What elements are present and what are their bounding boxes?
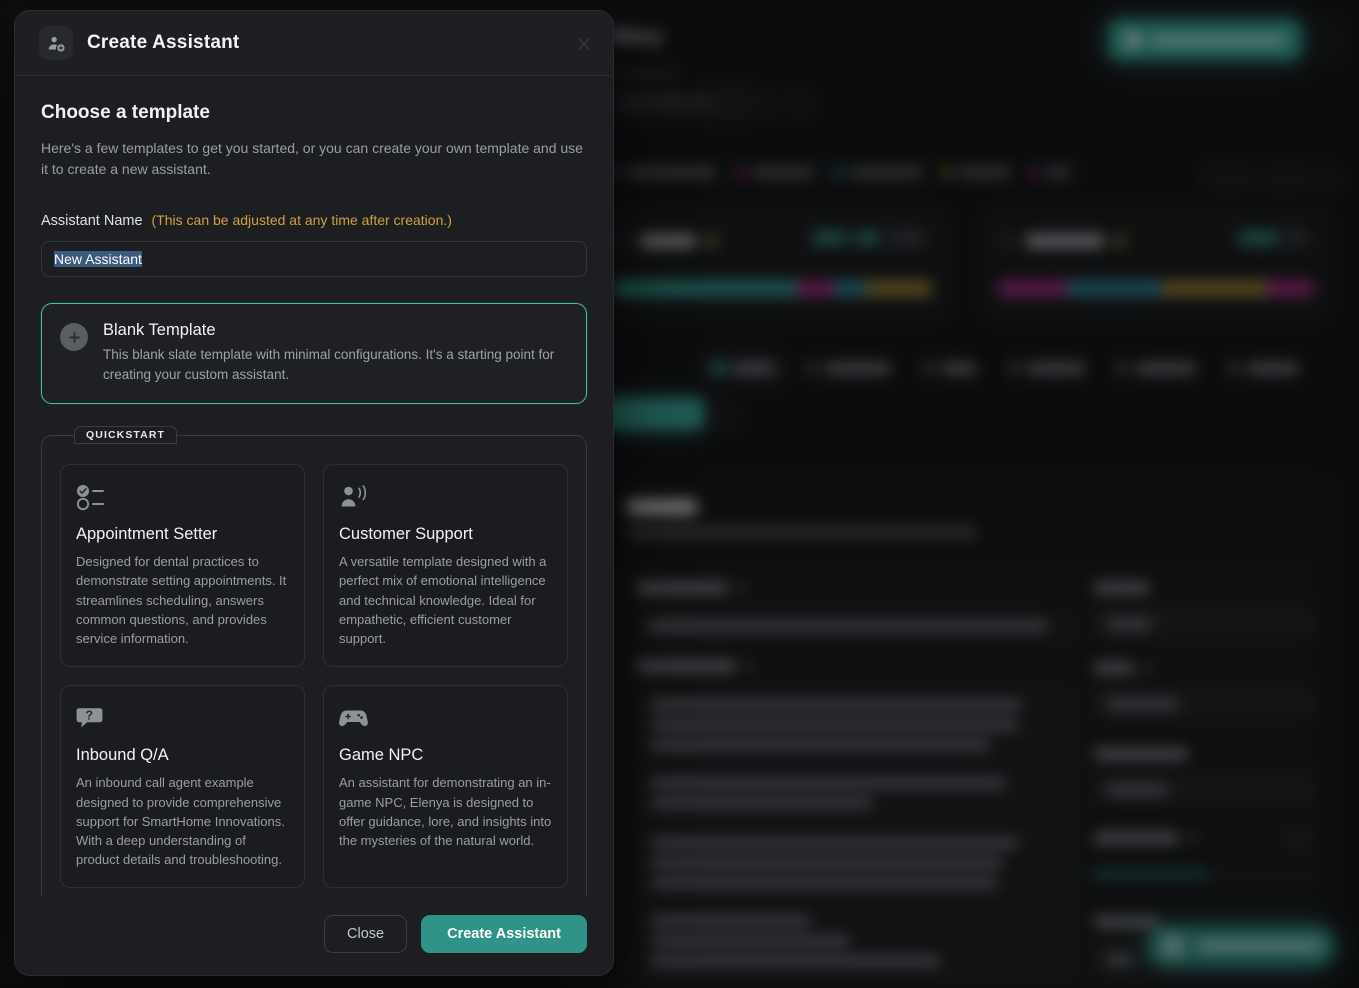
quickstart-group: QUICKSTART Appointment Se — [41, 426, 587, 897]
assistant-name-input[interactable] — [41, 241, 587, 277]
template-card-inbound-qa[interactable]: ? Inbound Q/A An inbound call agent exam… — [60, 685, 305, 888]
template-title: Appointment Setter — [76, 525, 289, 544]
create-assistant-button[interactable]: Create Assistant — [421, 915, 587, 953]
template-title: Inbound Q/A — [76, 746, 289, 765]
app-root: Mary Assistant ID bd6ce6f-8f9b-41c2 — [0, 0, 1359, 988]
dialog-title: Create Assistant — [87, 32, 239, 54]
choose-template-heading: Choose a template — [41, 102, 587, 124]
question-bubble-icon: ? — [76, 702, 108, 734]
checklist-icon — [76, 481, 108, 513]
user-plus-icon — [39, 26, 73, 60]
close-icon[interactable] — [573, 33, 595, 55]
template-description: A versatile template designed with a per… — [339, 552, 552, 648]
template-title: Game NPC — [339, 746, 552, 765]
assistant-name-label: Assistant Name — [41, 213, 143, 229]
template-card-game-npc[interactable]: Game NPC An assistant for demonstrating … — [323, 685, 568, 888]
template-description: Designed for dental practices to demonst… — [76, 552, 289, 648]
blank-template-title: Blank Template — [103, 321, 568, 340]
plus-circle-icon — [60, 323, 88, 351]
template-description: An inbound call agent example designed t… — [76, 773, 289, 869]
blank-template-description: This blank slate template with minimal c… — [103, 345, 568, 384]
dialog-body: Choose a template Here's a few templates… — [15, 76, 613, 897]
create-assistant-dialog: Create Assistant Choose a template Here'… — [14, 10, 614, 976]
template-grid: Appointment Setter Designed for dental p… — [60, 464, 568, 888]
dialog-footer: Close Create Assistant — [15, 897, 613, 975]
svg-text:?: ? — [85, 709, 93, 723]
quickstart-legend: QUICKSTART — [74, 426, 177, 444]
gamepad-icon — [339, 702, 371, 734]
template-card-customer-support[interactable]: Customer Support A versatile template de… — [323, 464, 568, 667]
assistant-name-row: Assistant Name (This can be adjusted at … — [41, 212, 587, 229]
person-speaking-icon — [339, 481, 371, 513]
template-card-blank[interactable]: Blank Template This blank slate template… — [41, 303, 587, 404]
assistant-name-hint: (This can be adjusted at any time after … — [152, 212, 452, 228]
choose-template-description: Here's a few templates to get you starte… — [41, 138, 587, 180]
dialog-header: Create Assistant — [15, 11, 613, 76]
template-card-appointment-setter[interactable]: Appointment Setter Designed for dental p… — [60, 464, 305, 667]
template-title: Customer Support — [339, 525, 552, 544]
close-button[interactable]: Close — [324, 915, 407, 953]
template-description: An assistant for demonstrating an in-gam… — [339, 773, 552, 850]
